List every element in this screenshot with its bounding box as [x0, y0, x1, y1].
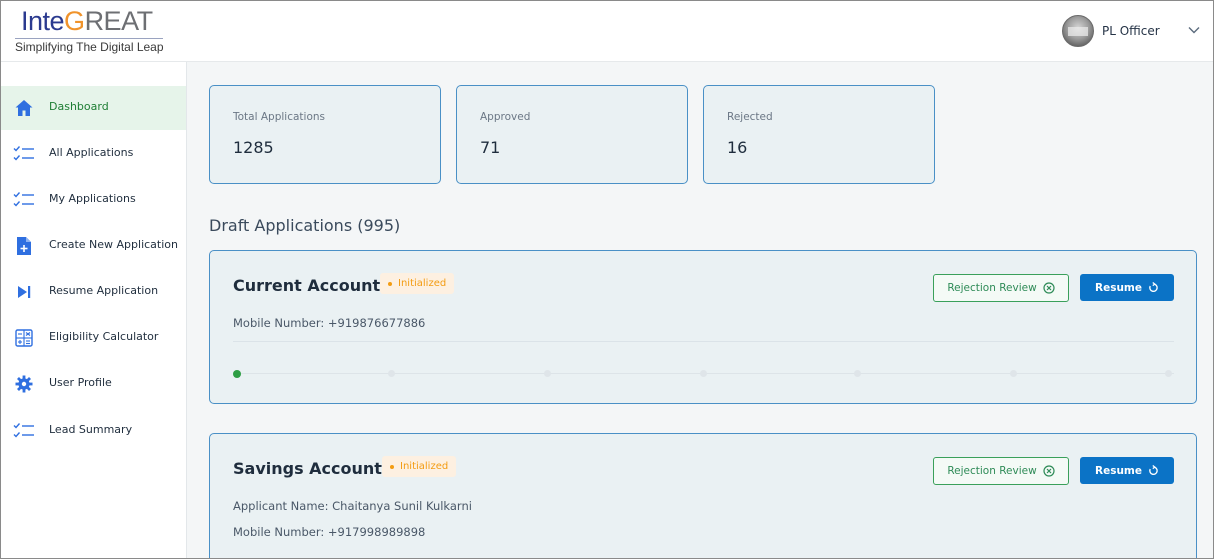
button-label: Rejection Review — [947, 465, 1037, 477]
step-dot — [1165, 370, 1172, 377]
stat-card-total[interactable]: Total Applications 1285 — [209, 85, 441, 184]
top-header: InteGREAT Simplifying The Digital Leap P… — [1, 1, 1213, 62]
avatar[interactable] — [1062, 15, 1094, 47]
play-next-icon — [13, 281, 35, 303]
status-badge: Initialized — [380, 273, 455, 294]
stat-label: Total Applications — [233, 111, 325, 123]
button-label: Resume — [1095, 281, 1142, 294]
card-title: Current Account — [233, 276, 381, 295]
stat-card-rejected[interactable]: Rejected 16 — [703, 85, 935, 184]
user-name: PL Officer — [1102, 24, 1160, 38]
progress-stepper — [233, 369, 1174, 379]
refresh-icon — [1149, 465, 1158, 476]
applicant-name: Applicant Name: Chaitanya Sunil Kulkarni — [233, 499, 472, 513]
resume-button[interactable]: Resume — [1080, 457, 1174, 484]
chevron-down-icon[interactable] — [1187, 23, 1201, 37]
step-dot — [854, 370, 861, 377]
sidebar-item-label: User Profile — [49, 376, 112, 389]
refresh-icon — [1149, 282, 1158, 293]
step-dot-completed — [233, 370, 241, 378]
sidebar-item-label: My Applications — [49, 192, 136, 205]
step-dot — [1010, 370, 1017, 377]
logo-wordmark: InteGREAT — [21, 5, 153, 37]
stat-value: 71 — [480, 138, 501, 157]
sidebar-item-my-applications[interactable]: My Applications — [1, 178, 186, 222]
sidebar: Dashboard All Applications My Applicatio… — [1, 62, 187, 558]
close-circle-icon — [1043, 282, 1055, 294]
step-dot — [388, 370, 395, 377]
stat-card-approved[interactable]: Approved 71 — [456, 85, 688, 184]
sidebar-item-label: Lead Summary — [49, 423, 133, 436]
mobile-number: Mobile Number: +917998989898 — [233, 525, 426, 539]
resume-button[interactable]: Resume — [1080, 274, 1174, 301]
main-content: Total Applications 1285 Approved 71 Reje… — [187, 62, 1213, 558]
file-plus-icon — [13, 235, 35, 257]
draft-applications-title: Draft Applications (995) — [209, 216, 401, 235]
mobile-number: Mobile Number: +919876677886 — [233, 316, 426, 330]
status-badge: Initialized — [382, 456, 457, 477]
logo-part-g: G — [64, 6, 85, 36]
button-label: Rejection Review — [947, 282, 1037, 294]
app-window: InteGREAT Simplifying The Digital Leap P… — [0, 0, 1214, 559]
rejection-review-button[interactable]: Rejection Review — [933, 457, 1069, 485]
logo-tagline: Simplifying The Digital Leap — [15, 40, 164, 54]
logo-part-a: Inte — [21, 6, 65, 36]
checklist-icon — [13, 189, 35, 211]
stat-value: 1285 — [233, 138, 274, 157]
sidebar-item-dashboard[interactable]: Dashboard — [1, 86, 186, 130]
stat-value: 16 — [727, 138, 748, 157]
sidebar-item-lead-summary[interactable]: Lead Summary — [1, 409, 186, 453]
logo-part-b: REAT — [84, 6, 154, 36]
sidebar-item-label: Create New Application — [49, 238, 178, 251]
home-icon — [13, 97, 35, 119]
user-menu[interactable]: PL Officer — [1062, 15, 1160, 47]
sidebar-item-user-profile[interactable]: User Profile — [1, 362, 186, 406]
sidebar-item-all-applications[interactable]: All Applications — [1, 132, 186, 176]
stat-label: Rejected — [727, 111, 773, 123]
sidebar-item-label: Eligibility Calculator — [49, 330, 159, 343]
sidebar-item-resume-application[interactable]: Resume Application — [1, 270, 186, 314]
draft-card-current-account: Current Account Initialized Rejection Re… — [209, 250, 1197, 404]
button-label: Resume — [1095, 464, 1142, 477]
rejection-review-button[interactable]: Rejection Review — [933, 274, 1069, 302]
calculator-icon — [13, 327, 35, 349]
sidebar-item-label: All Applications — [49, 146, 134, 159]
card-divider — [233, 341, 1174, 342]
card-title: Savings Account — [233, 459, 382, 478]
checklist-icon — [13, 143, 35, 165]
checklist-icon — [13, 420, 35, 442]
gear-icon — [13, 373, 35, 395]
sidebar-item-eligibility-calculator[interactable]: Eligibility Calculator — [1, 316, 186, 360]
sidebar-item-label: Dashboard — [49, 100, 109, 113]
stat-label: Approved — [480, 111, 531, 123]
sidebar-item-create-new-application[interactable]: Create New Application — [1, 224, 186, 268]
brand-logo[interactable]: InteGREAT Simplifying The Digital Leap — [15, 5, 175, 57]
draft-card-savings-account: Savings Account Initialized Rejection Re… — [209, 433, 1197, 558]
sidebar-item-label: Resume Application — [49, 284, 159, 297]
step-dot — [700, 370, 707, 377]
close-circle-icon — [1043, 465, 1055, 477]
logo-divider — [15, 38, 163, 39]
step-dot — [544, 370, 551, 377]
